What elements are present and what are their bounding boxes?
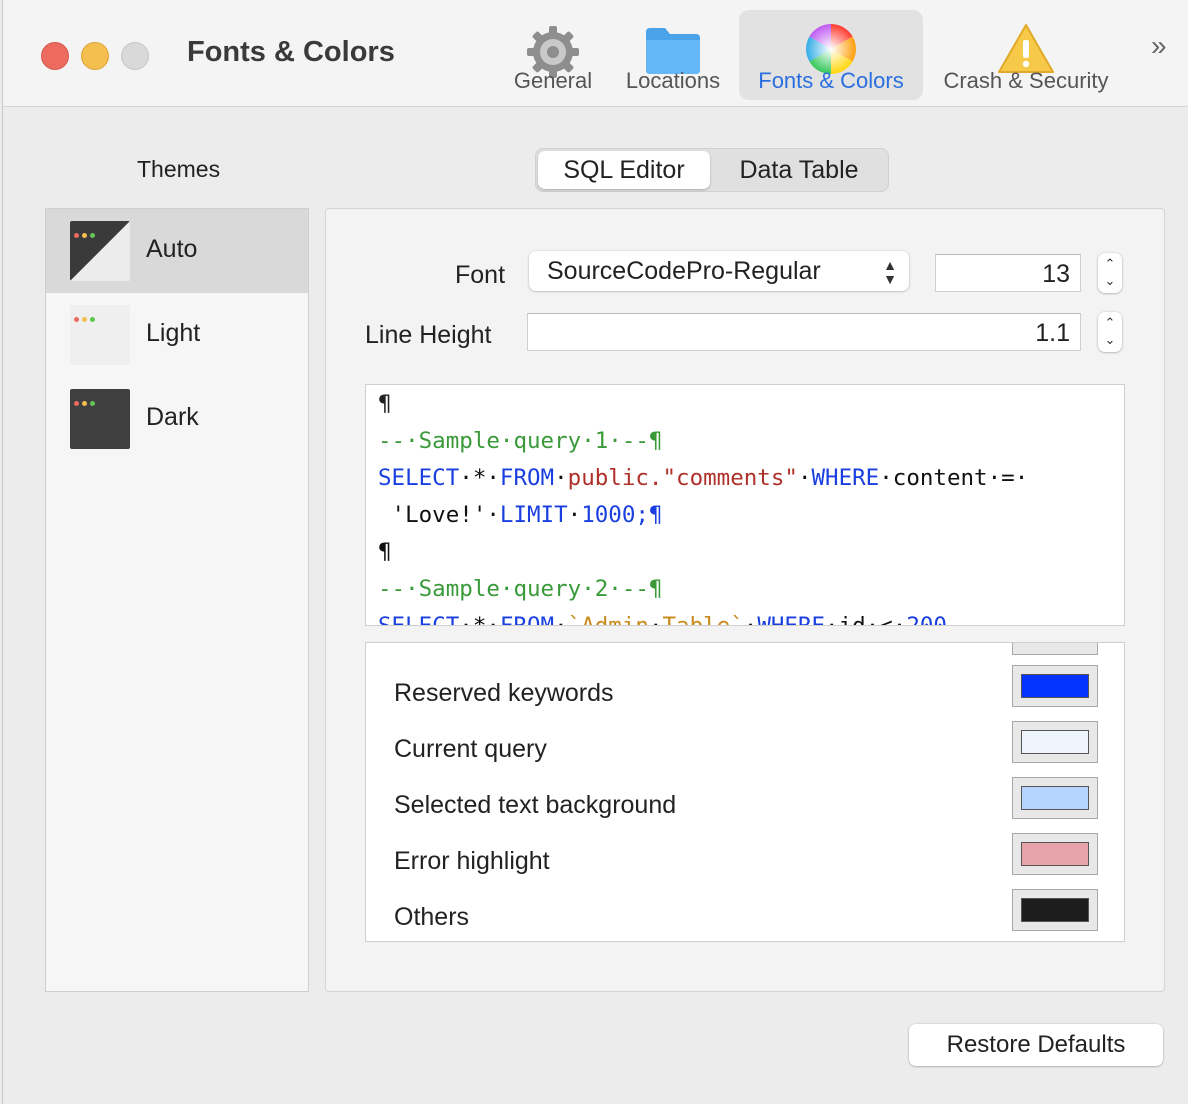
theme-item-dark[interactable]: Dark [46,377,308,461]
line-height-field[interactable]: 1.1 [527,313,1081,351]
font-select[interactable]: SourceCodePro-Regular ▲ ▼ [529,251,909,291]
line-height-stepper[interactable]: ⌃ ⌄ [1098,312,1122,352]
stepper-up-icon: ⌃ [1104,315,1116,330]
tab-sql-editor[interactable]: SQL Editor [538,151,710,189]
minimize-button[interactable] [81,42,109,70]
color-row: Error highlight [366,833,1124,889]
color-swatch [1021,730,1089,754]
color-row: Others [366,889,1124,941]
tab-general[interactable]: General [503,10,603,100]
color-well[interactable] [1012,721,1098,763]
chevron-updown-icon: ▲ ▼ [883,257,897,287]
tab-locations[interactable]: Locations [615,10,731,100]
theme-dark-thumbnail [70,389,130,449]
font-size-stepper[interactable]: ⌃ ⌄ [1098,253,1122,293]
color-swatch [1021,898,1089,922]
zoom-button[interactable] [121,42,149,70]
color-row: Reserved keywords [366,665,1124,721]
font-label: Font [455,261,506,289]
editor-tabs: SQL Editor Data Table [535,148,889,192]
toolbar-overflow-chevron-icon[interactable]: » [1151,30,1166,62]
stepper-down-icon: ⌄ [1104,273,1116,288]
font-select-value: SourceCodePro-Regular [547,257,821,285]
themes-title: Themes [137,156,221,182]
color-row-label: Reserved keywords [394,679,614,707]
theme-item-auto[interactable]: Auto [46,209,308,293]
stepper-down-icon: ⌄ [1104,332,1116,347]
color-row-label: Others [394,903,470,931]
color-well-partial [1012,643,1098,655]
font-size-field[interactable]: 13 [935,254,1081,292]
tab-crash-security[interactable]: Crash & Security [931,10,1121,100]
line-height-label: Line Height [365,321,492,349]
themes-list: Auto Light Dark [45,208,309,992]
theme-auto-thumbnail [70,221,130,281]
theme-light-thumbnail [70,305,130,365]
color-swatch [1021,842,1089,866]
color-well[interactable] [1012,889,1098,931]
theme-item-light[interactable]: Light [46,293,308,377]
code-line: --·Sample·query·1·--¶ [378,428,663,454]
toolbar: Fonts & Colors General Locations Fonts &… [3,0,1188,107]
window-title: Fonts & Colors [187,36,395,68]
code-line: 'Love!'·LIMIT·1000;¶ [378,502,663,528]
restore-defaults-button[interactable]: Restore Defaults [909,1024,1163,1066]
color-well[interactable] [1012,833,1098,875]
sql-preview-editor[interactable]: ¶ --·Sample·query·1·--¶ SELECT·*·FROM·pu… [365,384,1125,626]
tab-fonts-colors[interactable]: Fonts & Colors [739,10,923,100]
color-row-label: Error highlight [394,847,550,875]
preferences-window: Fonts & Colors General Locations Fonts &… [2,0,1188,1104]
color-swatch [1021,674,1089,698]
color-swatch [1021,786,1089,810]
close-button[interactable] [41,42,69,70]
color-row-label: Current query [394,735,547,763]
code-line: ¶ [378,539,392,565]
color-row-label: Selected text background [394,791,677,819]
color-settings-list: Reserved keywords Current query Selected t… [365,642,1125,942]
code-line: SELECT·*·FROM·public."comments"·WHERE·co… [378,465,1029,491]
color-row: Current query [366,721,1124,777]
color-row: Selected text background [366,777,1124,833]
tab-data-table[interactable]: Data Table [714,151,884,189]
color-well[interactable] [1012,777,1098,819]
code-line: SELECT·*·FROM·`Admin·Table`·WHERE·id·<·2… [378,613,947,626]
color-well[interactable] [1012,665,1098,707]
code-line: --·Sample·query·2·--¶ [378,576,663,602]
stepper-up-icon: ⌃ [1104,256,1116,271]
code-line: ¶ [378,391,392,417]
